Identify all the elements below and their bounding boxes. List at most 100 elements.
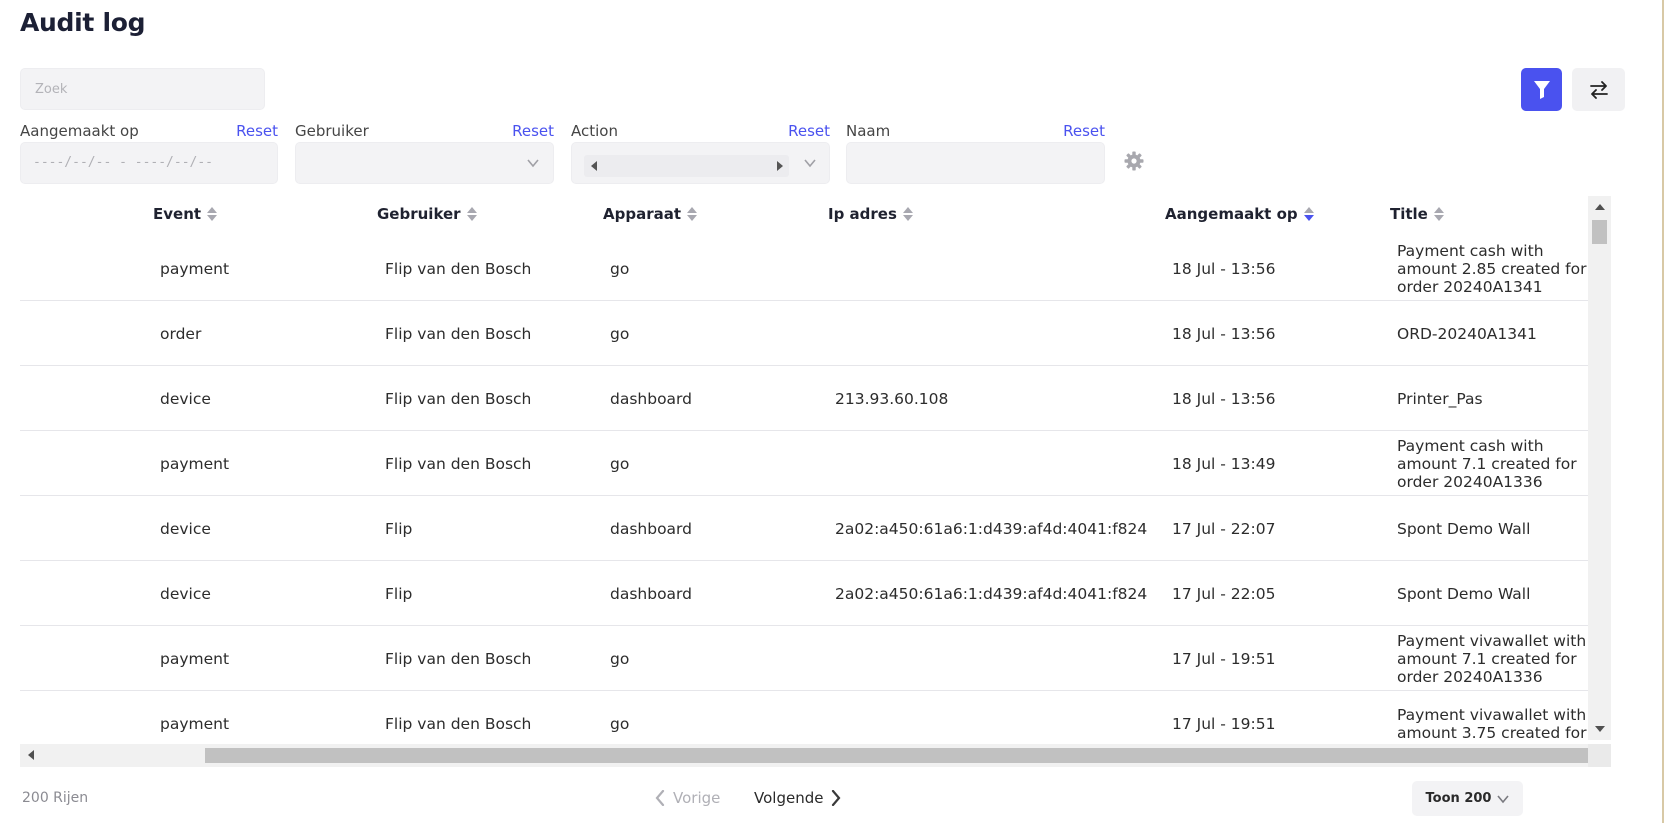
chevron-down-icon bbox=[804, 159, 816, 168]
table-body: payment Flip van den Bosch go 18 Jul - 1… bbox=[20, 236, 1600, 756]
cell-ip: 2a02:a450:61a6:1:d439:af4d:4041:f824 bbox=[835, 584, 1148, 603]
column-header-device[interactable]: Apparaat bbox=[603, 205, 698, 223]
cell-ip: 213.93.60.108 bbox=[835, 389, 949, 408]
cell-title: Payment vivawallet with amount 7.1 creat… bbox=[1397, 631, 1587, 686]
sort-icon bbox=[902, 207, 913, 221]
rows-count: 200 Rijen bbox=[22, 790, 89, 806]
table-header: Event Gebruiker Apparaat Ip adres Aangem… bbox=[20, 196, 1600, 236]
page-title: Audit log bbox=[20, 8, 146, 37]
swap-columns-button[interactable] bbox=[1572, 68, 1625, 111]
previous-page-button[interactable]: Vorige bbox=[655, 789, 720, 807]
scroll-left-icon bbox=[591, 161, 597, 171]
cell-user: Flip van den Bosch bbox=[385, 649, 532, 668]
table-row[interactable]: device Flip dashboard 2a02:a450:61a6:1:d… bbox=[20, 561, 1600, 626]
cell-title: Payment cash with amount 2.85 created fo… bbox=[1397, 241, 1587, 296]
sort-icon bbox=[466, 207, 477, 221]
cell-device: go bbox=[610, 454, 630, 473]
cell-event: device bbox=[160, 584, 211, 603]
column-header-title[interactable]: Title bbox=[1390, 205, 1444, 223]
table-row[interactable]: device Flip dashboard 2a02:a450:61a6:1:d… bbox=[20, 496, 1600, 561]
table-row[interactable]: device Flip van den Bosch dashboard 213.… bbox=[20, 366, 1600, 431]
cell-user: Flip van den Bosch bbox=[385, 454, 532, 473]
vertical-scroll-thumb[interactable] bbox=[1592, 220, 1607, 244]
sort-icon bbox=[1433, 207, 1444, 221]
filter-label: Gebruiker bbox=[295, 122, 369, 140]
page-size-select[interactable]: Toon 200 bbox=[1412, 781, 1523, 816]
table-row[interactable]: payment Flip van den Bosch go 18 Jul - 1… bbox=[20, 431, 1600, 496]
scroll-left-icon[interactable] bbox=[28, 750, 34, 760]
cell-created-at: 17 Jul - 22:07 bbox=[1172, 519, 1276, 538]
search-input[interactable] bbox=[20, 68, 265, 110]
next-page-button[interactable]: Volgende bbox=[754, 789, 841, 807]
scroll-right-icon bbox=[777, 161, 783, 171]
name-input[interactable] bbox=[846, 142, 1105, 184]
cell-event: device bbox=[160, 519, 211, 538]
cell-title: Payment cash with amount 7.1 created for… bbox=[1397, 436, 1577, 491]
chevron-down-icon bbox=[1497, 794, 1510, 803]
horizontal-scrollbar[interactable] bbox=[20, 744, 1611, 767]
cell-device: dashboard bbox=[610, 389, 692, 408]
cell-created-at: 18 Jul - 13:49 bbox=[1172, 454, 1276, 473]
cell-device: dashboard bbox=[610, 584, 692, 603]
filter-label: Aangemaakt op bbox=[20, 122, 139, 140]
filter-toggle-button[interactable] bbox=[1521, 68, 1562, 111]
filter-user: Gebruiker Reset bbox=[295, 122, 554, 186]
column-header-created-at[interactable]: Aangemaakt op bbox=[1165, 205, 1314, 223]
cell-event: payment bbox=[160, 259, 230, 278]
cell-event: payment bbox=[160, 649, 230, 668]
chevron-left-icon bbox=[655, 790, 665, 806]
table-row[interactable]: payment Flip van den Bosch go 17 Jul - 1… bbox=[20, 626, 1600, 691]
table-row[interactable]: order Flip van den Bosch go 18 Jul - 13:… bbox=[20, 301, 1600, 366]
filter-reset-link[interactable]: Reset bbox=[1063, 122, 1105, 140]
cell-device: go bbox=[610, 259, 630, 278]
date-range-input[interactable]: ----/--/-- - ----/--/-- bbox=[20, 142, 278, 184]
filter-reset-link[interactable]: Reset bbox=[236, 122, 278, 140]
cell-device: dashboard bbox=[610, 519, 692, 538]
table-row[interactable]: payment Flip van den Bosch go 18 Jul - 1… bbox=[20, 236, 1600, 301]
sort-icon bbox=[207, 207, 218, 221]
selected-tags-scrollbar[interactable] bbox=[584, 155, 789, 177]
scroll-down-icon[interactable] bbox=[1595, 726, 1605, 732]
column-header-ip[interactable]: Ip adres bbox=[828, 205, 913, 223]
chevron-down-icon bbox=[527, 159, 539, 168]
scroll-up-icon[interactable] bbox=[1595, 204, 1605, 210]
cell-user: Flip van den Bosch bbox=[385, 259, 532, 278]
cell-user: Flip bbox=[385, 584, 413, 603]
vertical-scrollbar[interactable] bbox=[1588, 196, 1611, 740]
cell-event: device bbox=[160, 389, 211, 408]
user-select[interactable] bbox=[295, 142, 554, 184]
gear-icon[interactable] bbox=[1124, 151, 1144, 171]
column-header-user[interactable]: Gebruiker bbox=[377, 205, 477, 223]
cell-user: Flip bbox=[385, 519, 413, 538]
chevron-right-icon bbox=[832, 790, 841, 806]
filter-reset-link[interactable]: Reset bbox=[512, 122, 554, 140]
cell-created-at: 17 Jul - 22:05 bbox=[1172, 584, 1276, 603]
cell-device: go bbox=[610, 324, 630, 343]
filter-name: Naam Reset bbox=[846, 122, 1105, 186]
column-header-event[interactable]: Event bbox=[153, 205, 218, 223]
funnel-icon bbox=[1533, 80, 1550, 99]
cell-event: order bbox=[160, 324, 202, 343]
filter-created-at: Aangemaakt op Reset ----/--/-- - ----/--… bbox=[20, 122, 278, 186]
audit-log-table: Event Gebruiker Apparaat Ip adres Aangem… bbox=[20, 196, 1607, 770]
swap-arrows-icon bbox=[1589, 80, 1608, 99]
sort-icon-active bbox=[1303, 207, 1314, 221]
cell-title: Spont Demo Wall bbox=[1397, 584, 1531, 603]
cell-title: Spont Demo Wall bbox=[1397, 519, 1531, 538]
horizontal-scroll-thumb[interactable] bbox=[205, 748, 1590, 763]
cell-created-at: 18 Jul - 13:56 bbox=[1172, 259, 1276, 278]
cell-created-at: 18 Jul - 13:56 bbox=[1172, 389, 1276, 408]
filter-label: Action bbox=[571, 122, 618, 140]
scrollbar-corner bbox=[1588, 744, 1611, 767]
cell-title: Printer_Pas bbox=[1397, 389, 1483, 408]
cell-title: ORD-20240A1341 bbox=[1397, 324, 1537, 343]
cell-device: go bbox=[610, 649, 630, 668]
cell-user: Flip van den Bosch bbox=[385, 324, 532, 343]
cell-event: payment bbox=[160, 454, 230, 473]
cell-user: Flip van den Bosch bbox=[385, 389, 532, 408]
cell-ip: 2a02:a450:61a6:1:d439:af4d:4041:f824 bbox=[835, 519, 1148, 538]
action-multiselect[interactable] bbox=[571, 142, 830, 184]
cell-created-at: 18 Jul - 13:56 bbox=[1172, 324, 1276, 343]
sort-icon bbox=[687, 207, 698, 221]
filter-reset-link[interactable]: Reset bbox=[788, 122, 830, 140]
